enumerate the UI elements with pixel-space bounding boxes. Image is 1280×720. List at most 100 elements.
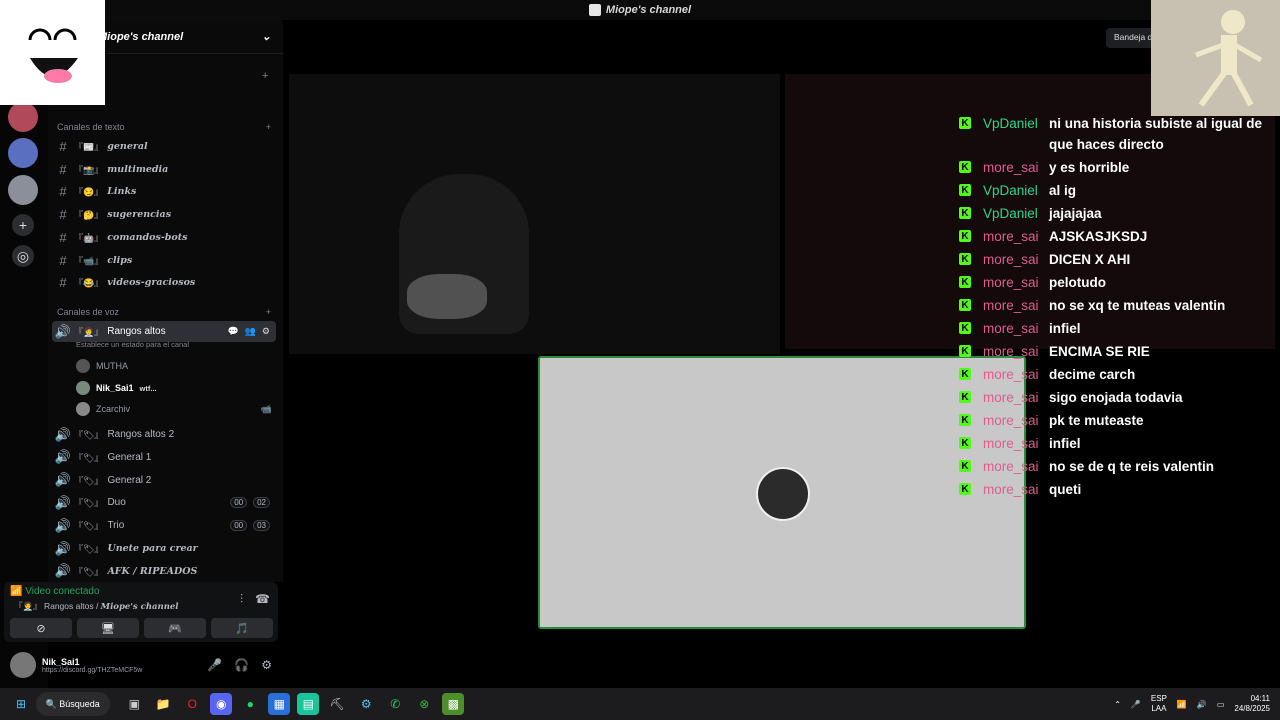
clock[interactable]: 04:11 24/8/2025	[1234, 694, 1270, 714]
voice-channel[interactable]: 🔊 『🏷』 Unete para crear	[52, 538, 276, 559]
task-view-icon[interactable]: ▣	[123, 693, 145, 715]
camera-toggle-button[interactable]: ⊘	[10, 618, 72, 638]
chat-text: infiel	[1049, 436, 1081, 451]
voice-channel[interactable]: 🔊 『🏷』 Duo 00 02	[52, 492, 276, 513]
battery-icon[interactable]: ▭	[1217, 700, 1225, 709]
stream-tile[interactable]	[538, 356, 1026, 629]
voice-channel[interactable]: 🔊 『🏷』 General 2	[52, 470, 276, 491]
voice-location[interactable]: 『🧑‍💼』 Rangos altos / Miope's channel	[14, 600, 179, 612]
disconnect-icon[interactable]: ☎	[255, 592, 270, 607]
chat-message: Kmore_sai no se de q te reis valentin	[957, 456, 1277, 477]
language-indicator[interactable]: ESP LAA	[1151, 694, 1167, 714]
section-label: Canales de voz	[57, 307, 120, 317]
steam-icon[interactable]: ⚙	[355, 693, 377, 715]
voice-status[interactable]: 📶 Video conectado	[10, 586, 100, 597]
chat-text: infiel	[1049, 321, 1081, 336]
username[interactable]: Nik_Sai1	[42, 657, 142, 667]
invite-icon[interactable]: 👥	[245, 326, 256, 337]
taskbar-search[interactable]: 🔍 Búsqueda	[35, 692, 110, 716]
speaker-icon: 🔊	[54, 494, 72, 510]
xbox-icon[interactable]: ⊗	[413, 693, 435, 715]
headphones-icon[interactable]: 🎧	[234, 658, 249, 672]
voice-channel[interactable]: 🔊 『🏷』 AFK / RIPEADOS	[52, 561, 276, 582]
minecraft-icon[interactable]: ▩	[442, 693, 465, 715]
spotify-icon[interactable]: ●	[239, 693, 261, 715]
text-channels-header[interactable]: Canales de texto +	[57, 122, 271, 132]
add-server-icon[interactable]: +	[12, 214, 34, 236]
gear-icon[interactable]: ⚙	[261, 658, 272, 672]
webcam-video[interactable]	[289, 74, 780, 354]
voice-channel[interactable]: 🔊 『🏷』 Rangos altos 2	[52, 424, 276, 445]
text-channel[interactable]: # 『🤔』 sugerencias	[52, 204, 276, 225]
speaker-icon: 🔊	[54, 323, 72, 339]
text-channel[interactable]: # 『📸』 multimedia	[52, 159, 276, 180]
chat-message: K VpDaniel ni una historia subiste al igua…	[957, 113, 1277, 155]
chat-message: K VpDaniel jajajajaa	[957, 203, 1277, 224]
chevron-up-icon[interactable]: ⌃	[1114, 700, 1121, 709]
chat-icon[interactable]: 💬	[227, 326, 238, 337]
activities-button[interactable]: 🎮	[144, 618, 206, 638]
kick-badge-icon: K	[959, 345, 971, 357]
noise-suppression-icon[interactable]: ⫶	[240, 592, 243, 607]
voice-member[interactable]: Nik_Sai1 wtf...	[76, 381, 276, 395]
wifi-icon[interactable]: 📶	[1177, 700, 1187, 709]
chat-message: Kmore_sai ENCIMA SE RIE	[957, 341, 1277, 362]
microphone-icon[interactable]: 🎤	[207, 658, 222, 672]
kick-badge-icon: K	[959, 460, 971, 472]
user-count-badge: 00	[230, 497, 248, 509]
game-icon[interactable]: ⛏	[326, 693, 348, 715]
chat-text: AJSKASJKSDJ	[1049, 229, 1148, 244]
user-status-link: https://discord.gg/THZTeMCF5w	[42, 666, 143, 674]
kick-badge-icon: K	[959, 322, 971, 334]
app-icon[interactable]: ▦	[268, 693, 291, 715]
text-channel[interactable]: # 『😂』 videos-graciosos	[52, 272, 276, 293]
text-channel[interactable]: # 『🤖』 comandos-bots	[52, 227, 276, 248]
chat-text: no se xq te muteas valentin	[1049, 298, 1226, 313]
volume-icon[interactable]: 🔊	[1197, 700, 1207, 709]
kick-badge-icon: K	[959, 276, 971, 288]
user-count-badge: 00	[230, 520, 248, 532]
voice-member[interactable]: Zcarchiv 📹	[76, 402, 276, 416]
voice-channel-active[interactable]: 🔊 『🧑‍💼』 Rangos altos 💬 👥 ⚙	[52, 321, 276, 342]
voice-channel[interactable]: 🔊 『🏷』 Trio 00 03	[52, 515, 276, 536]
hash-icon: #	[59, 139, 67, 154]
chat-username: VpDaniel	[983, 206, 1038, 221]
add-channel-icon[interactable]: +	[266, 307, 271, 317]
chevron-down-icon: ⌄	[261, 31, 271, 43]
chat-text: ENCIMA SE RIE	[1049, 344, 1150, 359]
voice-member[interactable]: MUTHA	[76, 359, 276, 373]
file-explorer-icon[interactable]: 📁	[152, 693, 174, 715]
text-channel[interactable]: # 『📹』 clips	[52, 250, 276, 271]
kick-badge-icon: K	[959, 368, 971, 380]
chat-message: Kmore_sai infiel	[957, 318, 1277, 339]
avatar[interactable]	[10, 652, 36, 678]
discord-icon[interactable]: ◉	[210, 693, 233, 715]
add-icon[interactable]: +	[262, 70, 268, 82]
text-channel[interactable]: # 『😏』 Links	[52, 181, 276, 202]
add-channel-icon[interactable]: +	[266, 122, 271, 132]
channel-status-hint[interactable]: Establece un estado para el canal	[76, 340, 189, 349]
server-folder-icon[interactable]	[8, 138, 38, 168]
chat-username: VpDaniel	[983, 116, 1038, 131]
screen-share-button[interactable]: 🖥	[77, 618, 139, 638]
speaker-icon: 🔊	[54, 540, 72, 556]
server-icon[interactable]	[8, 175, 38, 205]
chat-username: more_sai	[983, 321, 1039, 336]
chat-message: Kmore_sai no se xq te muteas valentin	[957, 295, 1277, 316]
window-title: Miope's channel	[605, 4, 692, 16]
discover-icon[interactable]: ◎	[12, 245, 34, 267]
server-icon[interactable]	[8, 102, 38, 132]
text-channel[interactable]: # 『📰』 general	[52, 136, 276, 157]
kick-badge-icon: K	[959, 299, 971, 311]
app-icon[interactable]: ▤	[297, 693, 320, 715]
soundboard-button[interactable]: 🎵	[211, 618, 273, 638]
microphone-icon[interactable]: 🎤	[1131, 700, 1141, 709]
opera-icon[interactable]: O	[181, 693, 203, 715]
whatsapp-icon[interactable]: ✆	[384, 693, 406, 715]
chat-text: pk te muteaste	[1049, 413, 1144, 428]
voice-channel[interactable]: 🔊 『🏷』 General 1	[52, 447, 276, 468]
voice-channels-header[interactable]: Canales de voz +	[57, 307, 271, 317]
awesome-face-emote	[0, 0, 105, 105]
windows-start-icon[interactable]: ⊞	[10, 693, 32, 715]
gear-icon[interactable]: ⚙	[262, 326, 270, 337]
